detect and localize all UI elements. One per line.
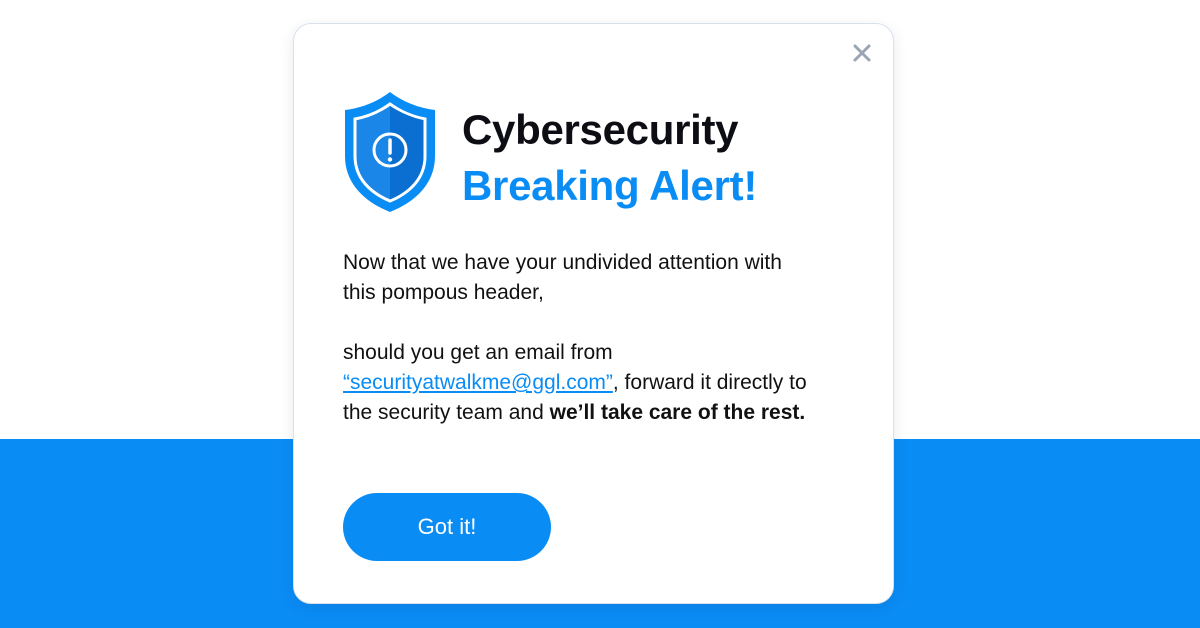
alert-body: Now that we have your undivided attentio… (343, 248, 813, 428)
paragraph-2-prefix: should you get an email from (343, 341, 613, 364)
alert-modal: Cybersecurity Breaking Alert! Now that w… (293, 23, 894, 604)
alert-title: Cybersecurity Breaking Alert! (462, 102, 757, 214)
got-it-button[interactable]: Got it! (343, 493, 551, 561)
email-link[interactable]: “securityatwalkme@ggl.com” (343, 371, 613, 394)
body-paragraph-2: should you get an email from “securityat… (343, 338, 813, 428)
shield-alert-icon (343, 90, 437, 214)
title-line-1: Cybersecurity (462, 106, 739, 153)
body-paragraph-1: Now that we have your undivided attentio… (343, 251, 782, 304)
title-line-2: Breaking Alert! (462, 162, 758, 209)
paragraph-2-bold: we’ll take care of the rest. (549, 401, 806, 424)
close-icon (853, 44, 871, 62)
close-button[interactable] (850, 41, 874, 65)
